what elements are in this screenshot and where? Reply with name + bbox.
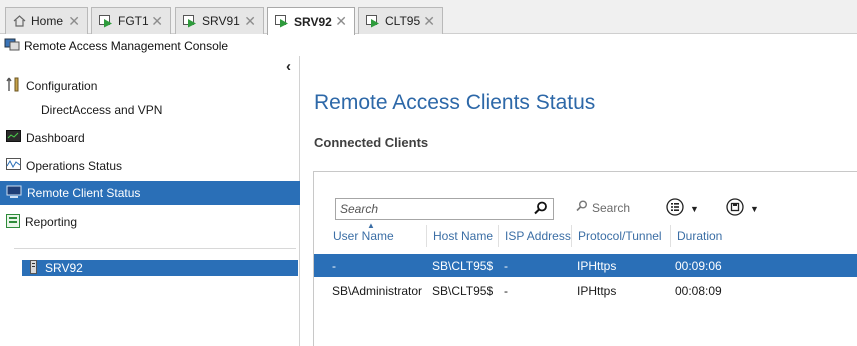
list-icon — [666, 198, 684, 219]
section-title: Connected Clients — [314, 135, 429, 150]
tab-strip: Home ✕ FGT1 ✕ SRV91 ✕ SRV92 ✕ CLT95 ✕ — [0, 0, 857, 35]
nav-label: Dashboard — [26, 131, 85, 145]
navigation-pane: ‹ Configuration DirectAccess and VPN Das… — [0, 56, 300, 346]
console-icon — [4, 37, 20, 54]
column-label: Protocol/Tunnel — [578, 229, 662, 243]
search-icon[interactable] — [534, 201, 548, 218]
cell-user-name: SB\Administrator — [332, 283, 423, 298]
tab-label: SRV91 — [202, 14, 240, 28]
cell-user-name: - — [332, 258, 336, 273]
column-header-duration[interactable]: Duration — [670, 225, 725, 247]
nav-item-configuration[interactable]: Configuration — [0, 74, 300, 98]
column-label: Host Name — [433, 229, 494, 243]
save-options-button[interactable]: ▼ — [726, 198, 759, 219]
table-row[interactable]: - SB\CLT95$ - IPHttps 00:09:06 — [314, 254, 857, 277]
vm-icon — [183, 14, 197, 28]
search-field[interactable] — [335, 198, 554, 220]
app-title: Remote Access Management Console — [24, 38, 229, 53]
column-header-host-name[interactable]: Host Name — [426, 225, 498, 247]
cell-host-name: SB\CLT95$ — [432, 258, 494, 273]
server-label: SRV92 — [45, 261, 83, 275]
column-label: User Name — [333, 229, 394, 243]
nav-label: Operations Status — [26, 159, 123, 173]
column-header-user-name[interactable]: ▲ User Name — [327, 221, 426, 247]
vm-icon — [275, 15, 289, 28]
page-title: Remote Access Clients Status — [314, 91, 596, 114]
dropdown-arrow-icon: ▼ — [750, 203, 759, 214]
list-options-button[interactable]: ▼ — [666, 198, 699, 219]
cell-protocol: IPHttps — [577, 258, 617, 273]
column-label: ISP Address — [505, 229, 571, 243]
vm-icon — [99, 14, 113, 28]
nav-item-dashboard[interactable]: Dashboard — [0, 126, 300, 150]
nav-divider — [14, 248, 296, 249]
search-icon — [576, 200, 588, 215]
cell-isp-address: - — [504, 258, 508, 273]
remote-client-icon — [6, 185, 22, 202]
tab-label: SRV92 — [294, 14, 332, 29]
tab-label: FGT1 — [118, 14, 149, 28]
cell-isp-address: - — [504, 283, 508, 298]
table-row[interactable]: SB\Administrator SB\CLT95$ - IPHttps 00:… — [314, 279, 857, 302]
sort-ascending-icon: ▲ — [367, 221, 375, 230]
close-icon[interactable]: ✕ — [68, 13, 80, 30]
tab-label: Home — [31, 14, 64, 28]
close-icon[interactable]: ✕ — [335, 13, 347, 30]
close-icon[interactable]: ✕ — [151, 13, 163, 30]
vm-icon — [366, 14, 380, 28]
column-header-isp-address[interactable]: ISP Address — [498, 225, 571, 247]
nav-label: Reporting — [25, 215, 78, 229]
close-icon[interactable]: ✕ — [244, 13, 256, 30]
tab-label: CLT95 — [385, 14, 421, 28]
save-icon — [726, 198, 744, 219]
dropdown-arrow-icon: ▼ — [690, 203, 699, 214]
collapse-pane-icon[interactable]: ‹ — [286, 58, 291, 75]
search-button[interactable]: Search — [576, 200, 630, 215]
tab-srv92[interactable]: SRV92 ✕ — [267, 7, 355, 35]
cell-duration: 00:09:06 — [675, 258, 722, 273]
search-button-label: Search — [592, 200, 631, 215]
nav-label: Remote Client Status — [27, 186, 141, 200]
nav-label: Configuration — [26, 79, 98, 93]
home-icon — [13, 15, 26, 27]
cell-host-name: SB\CLT95$ — [432, 283, 494, 298]
column-header-protocol-tunnel[interactable]: Protocol/Tunnel — [571, 225, 670, 247]
grid-header: ▲ User Name Host Name ISP Address Protoc… — [314, 221, 857, 247]
nav-item-reporting[interactable]: Reporting — [0, 210, 300, 234]
tab-clt95[interactable]: CLT95 ✕ — [358, 7, 443, 34]
tools-icon — [6, 77, 21, 95]
console-title-bar: Remote Access Management Console — [0, 35, 857, 56]
server-icon — [30, 259, 37, 277]
nav-item-directaccess-vpn[interactable]: DirectAccess and VPN — [41, 103, 162, 117]
cell-duration: 00:08:09 — [675, 283, 722, 298]
nav-item-operations-status[interactable]: Operations Status — [0, 154, 300, 178]
tab-srv91[interactable]: SRV91 ✕ — [175, 7, 264, 34]
cell-protocol: IPHttps — [577, 283, 617, 298]
server-item-srv92[interactable]: SRV92 — [22, 259, 298, 277]
operations-status-icon — [6, 158, 21, 174]
tab-fgt1[interactable]: FGT1 ✕ — [91, 7, 171, 34]
search-input[interactable] — [336, 199, 526, 219]
close-icon[interactable]: ✕ — [423, 13, 435, 30]
reporting-icon — [6, 213, 20, 231]
column-label: Duration — [677, 229, 723, 243]
dashboard-icon — [6, 130, 21, 146]
nav-item-remote-client-status[interactable]: Remote Client Status — [0, 181, 300, 205]
clients-panel: Search ▼ ▼ ▲ User Name Host Name ISP Add… — [313, 171, 857, 346]
tab-home[interactable]: Home ✕ — [5, 7, 88, 34]
main-content: Remote Access Clients Status Connected C… — [301, 56, 857, 346]
